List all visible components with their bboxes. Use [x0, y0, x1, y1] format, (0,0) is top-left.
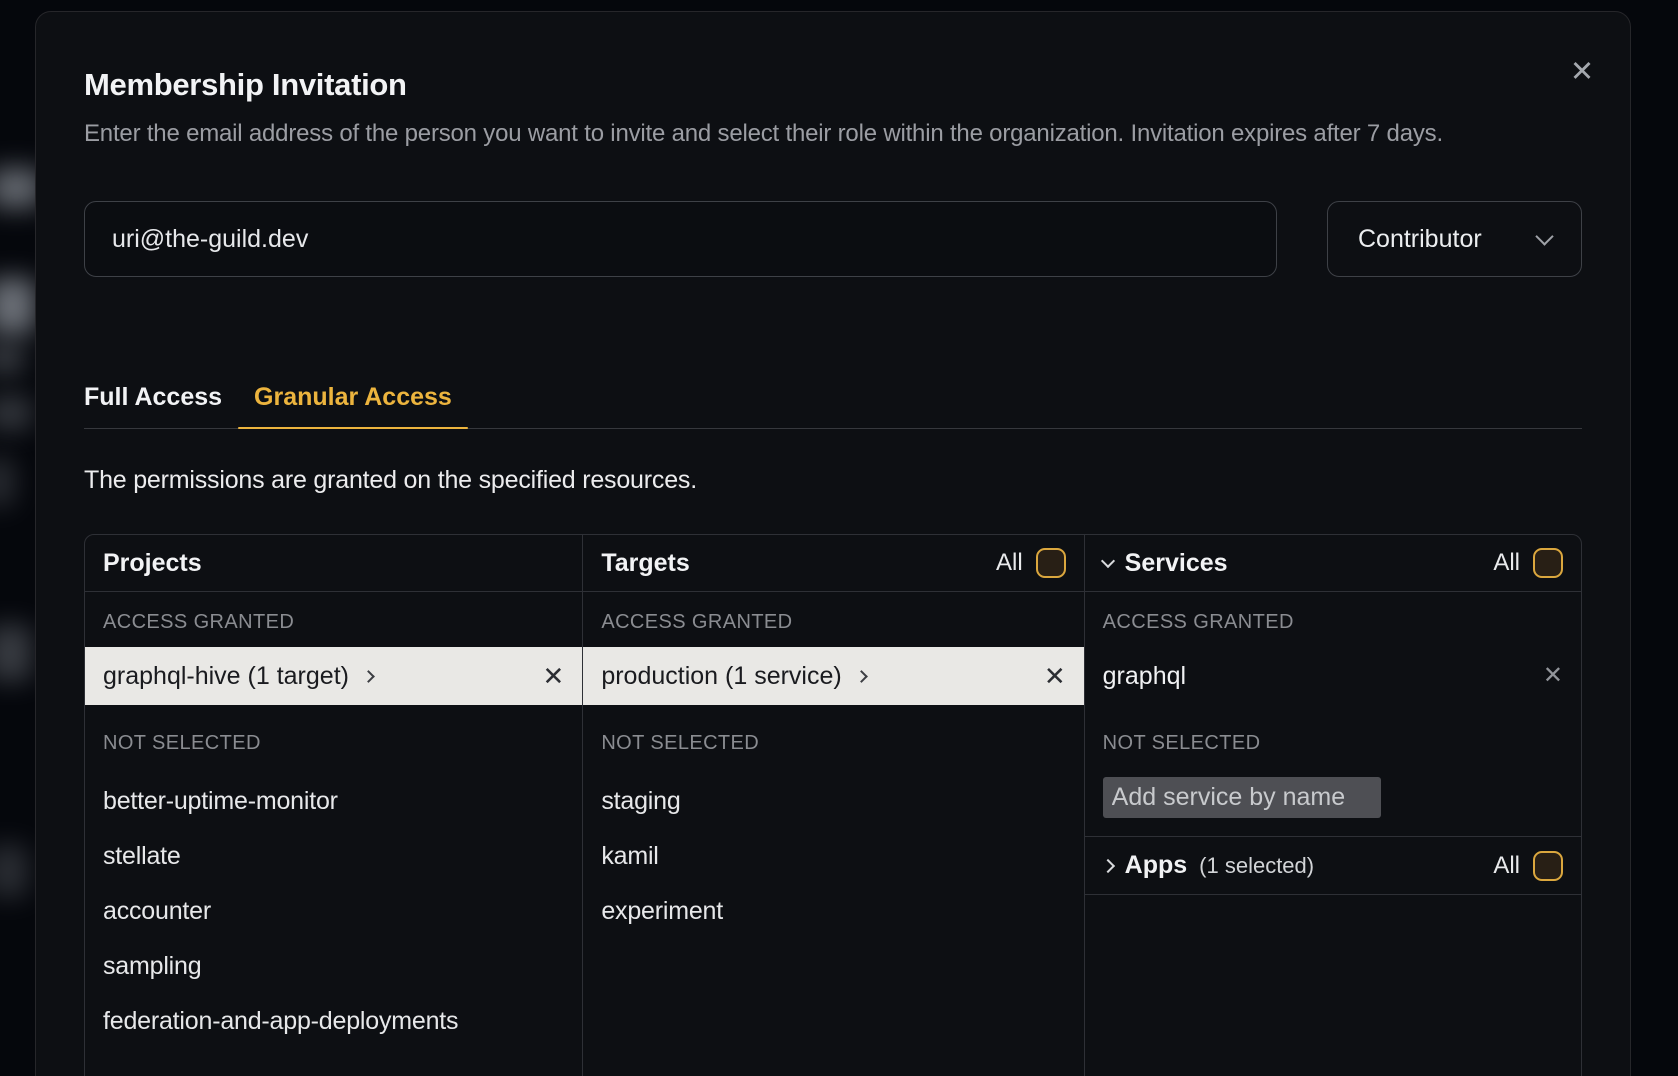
backdrop-blur-artifact — [0, 625, 32, 681]
role-select[interactable]: Contributor — [1327, 201, 1582, 277]
all-label: All — [996, 549, 1023, 577]
services-header-toggle[interactable]: Services — [1103, 549, 1228, 578]
role-select-value: Contributor — [1358, 225, 1482, 254]
membership-invitation-dialog: ✕ Membership Invitation Enter the email … — [35, 11, 1631, 1076]
targets-not-selected-list: staging kamil experiment — [583, 755, 1083, 939]
not-selected-label: NOT SELECTED — [85, 705, 582, 755]
dialog-description: Enter the email address of the person yo… — [84, 116, 1582, 151]
targets-column-header: Targets All — [583, 535, 1083, 592]
not-selected-label: NOT SELECTED — [583, 705, 1083, 755]
selected-target-label: production (1 service) — [601, 662, 841, 691]
target-item[interactable]: kamil — [583, 829, 1083, 884]
access-tabs: Full Access Granular Access — [84, 383, 1582, 429]
backdrop-blur-artifact — [0, 396, 32, 430]
targets-all-group: All — [996, 548, 1066, 578]
all-label: All — [1493, 852, 1520, 880]
access-granted-label: ACCESS GRANTED — [583, 592, 1083, 634]
all-label: All — [1493, 549, 1520, 577]
not-selected-label: NOT SELECTED — [1085, 705, 1581, 755]
services-column-header[interactable]: Services All — [1085, 535, 1581, 592]
backdrop-blur-artifact — [0, 346, 24, 372]
dialog-title: Membership Invitation — [84, 12, 1582, 103]
target-item[interactable]: experiment — [583, 884, 1083, 939]
add-service-input[interactable] — [1103, 777, 1381, 818]
tab-full-access[interactable]: Full Access — [84, 383, 238, 428]
project-item[interactable]: better-uptime-monitor — [85, 774, 582, 829]
close-icon: ✕ — [1570, 56, 1594, 88]
projects-header-label: Projects — [103, 549, 202, 578]
remove-project-button[interactable]: ✕ — [543, 663, 565, 689]
chevron-down-icon — [1101, 553, 1115, 567]
chevron-down-icon — [1535, 227, 1553, 245]
target-item[interactable]: staging — [583, 774, 1083, 829]
granted-service-label: graphql — [1103, 662, 1186, 691]
targets-column: Targets All ACCESS GRANTED production (1… — [583, 535, 1084, 1076]
projects-not-selected-list: better-uptime-monitor stellate accounter… — [85, 755, 582, 1049]
project-item[interactable]: federation-and-app-deployments — [85, 994, 582, 1049]
access-granted-label: ACCESS GRANTED — [85, 592, 582, 634]
apps-section-label: Apps — [1125, 851, 1188, 880]
apps-all-group: All — [1493, 851, 1563, 881]
project-item[interactable]: stellate — [85, 829, 582, 884]
permissions-note: The permissions are granted on the speci… — [84, 466, 1582, 495]
services-all-group: All — [1493, 548, 1563, 578]
projects-column-header: Projects — [85, 535, 582, 592]
chevron-right-icon — [855, 670, 868, 683]
resources-table: Projects ACCESS GRANTED graphql-hive (1 … — [84, 534, 1582, 1076]
chevron-right-icon — [1101, 858, 1115, 872]
granted-service-row: graphql ✕ — [1085, 647, 1581, 705]
backdrop-blur-artifact — [0, 458, 14, 506]
access-granted-label: ACCESS GRANTED — [1085, 592, 1581, 634]
tab-granular-access[interactable]: Granular Access — [238, 383, 468, 428]
projects-column: Projects ACCESS GRANTED graphql-hive (1 … — [85, 535, 583, 1076]
project-item[interactable]: accounter — [85, 884, 582, 939]
close-button[interactable]: ✕ — [1560, 50, 1604, 94]
selected-target-row[interactable]: production (1 service) ✕ — [583, 647, 1083, 705]
services-all-checkbox[interactable] — [1533, 548, 1563, 578]
apps-selected-count: (1 selected) — [1199, 853, 1314, 879]
project-item[interactable]: sampling — [85, 939, 582, 994]
services-header-label: Services — [1125, 549, 1228, 578]
invite-form-row: Contributor — [84, 201, 1582, 277]
apps-all-checkbox[interactable] — [1533, 851, 1563, 881]
selected-project-row[interactable]: graphql-hive (1 target) ✕ — [85, 647, 582, 705]
backdrop-blur-artifact — [0, 278, 36, 334]
targets-all-checkbox[interactable] — [1036, 548, 1066, 578]
remove-service-button[interactable]: ✕ — [1543, 664, 1563, 688]
email-input[interactable] — [84, 201, 1277, 277]
remove-target-button[interactable]: ✕ — [1044, 663, 1066, 689]
services-column: Services All ACCESS GRANTED graphql ✕ NO… — [1085, 535, 1581, 1076]
apps-section-toggle[interactable]: Apps (1 selected) All — [1085, 836, 1581, 895]
targets-header-label: Targets — [601, 549, 689, 578]
chevron-right-icon — [362, 670, 375, 683]
backdrop-blur-artifact — [0, 845, 28, 897]
selected-project-label: graphql-hive (1 target) — [103, 662, 349, 691]
